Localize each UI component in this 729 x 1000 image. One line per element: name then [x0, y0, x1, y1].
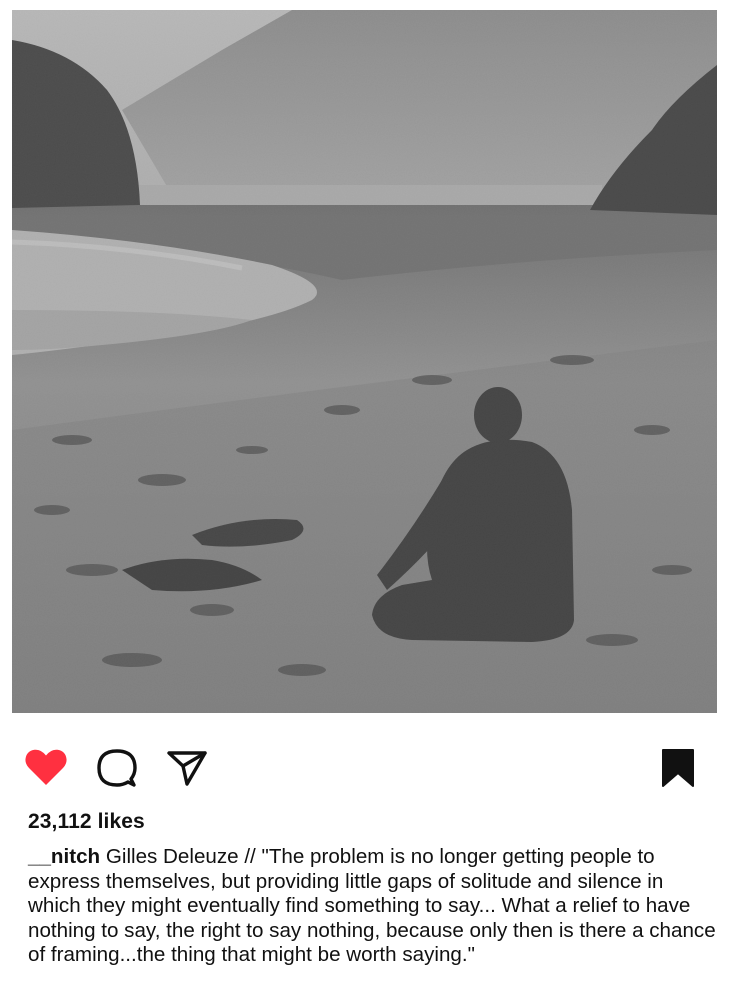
- share-button[interactable]: [165, 746, 209, 790]
- post-image[interactable]: [12, 10, 717, 713]
- like-button[interactable]: [24, 746, 68, 790]
- comment-button[interactable]: [95, 746, 139, 790]
- caption-text: Gilles Deleuze // "The problem is no lon…: [28, 845, 716, 967]
- heart-icon: [25, 749, 67, 785]
- bookmark-icon: [662, 749, 694, 787]
- save-button[interactable]: [656, 746, 700, 790]
- caption-username[interactable]: __nitch: [28, 845, 100, 868]
- like-count[interactable]: 23,112 likes: [28, 810, 145, 834]
- beach-photo: [12, 10, 717, 713]
- post-caption: __nitch Gilles Deleuze // "The problem i…: [28, 845, 718, 968]
- comment-icon: [97, 749, 137, 787]
- post-actions: [0, 740, 729, 796]
- send-icon: [167, 751, 207, 786]
